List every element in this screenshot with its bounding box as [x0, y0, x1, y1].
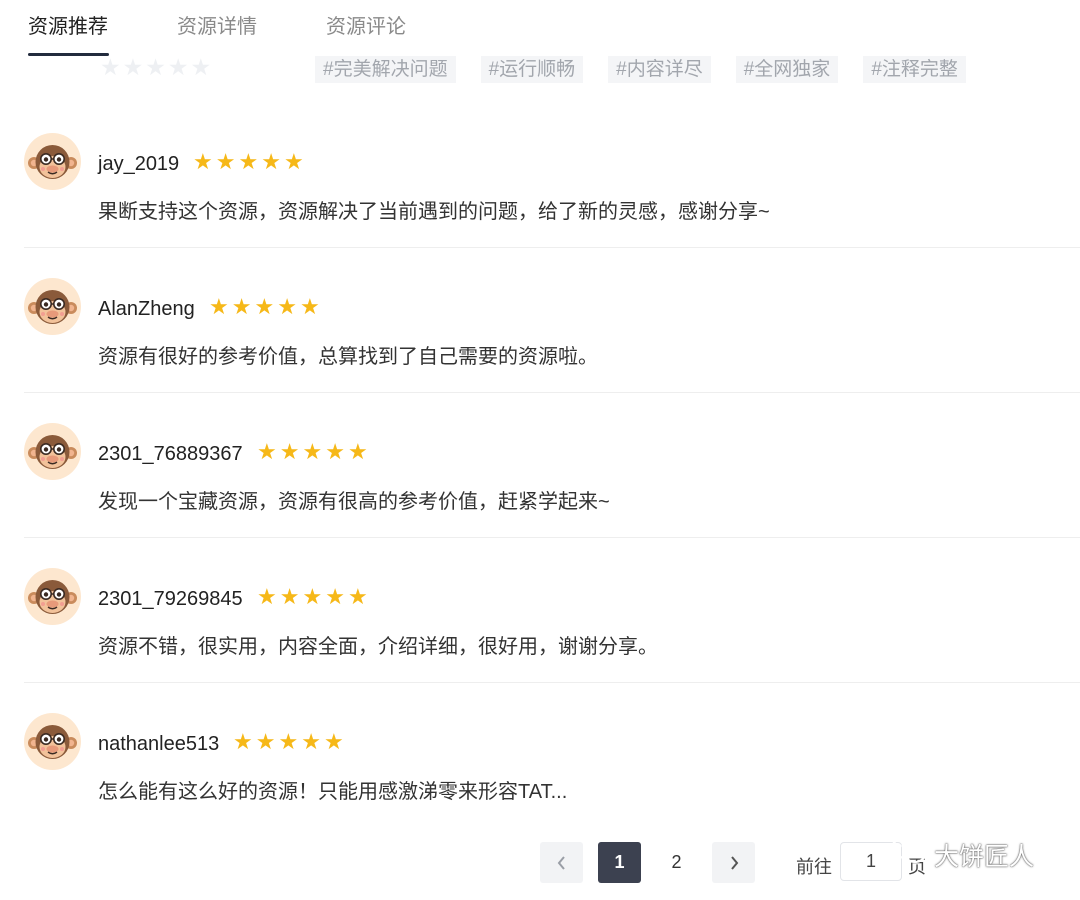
star-icon: ★ [257, 439, 277, 464]
comment-item: 2301_76889367 ★ ★ ★ ★ ★ 发现一个宝藏资源，资源有很高的参考价值，… [24, 423, 1080, 568]
tag-perfect-fix[interactable]: #完美解决问题 [315, 56, 456, 83]
star-icon: ★ [302, 584, 323, 609]
avatar[interactable] [24, 423, 81, 480]
tag-runs-smoothly[interactable]: #运行顺畅 [480, 56, 584, 83]
divider [24, 537, 1080, 538]
avatar[interactable] [24, 133, 81, 190]
tag-list: #完美解决问题 #运行顺畅 #内容详尽 #全网独家 #注释完整 [315, 56, 991, 83]
star-icon: ★ [261, 149, 281, 174]
rating-stars: ★ ★ ★ ★ ★ [193, 151, 304, 173]
next-page-button[interactable] [712, 842, 755, 883]
chevron-right-icon [728, 852, 740, 872]
avatar[interactable] [24, 278, 81, 335]
star-icon: ★ [215, 149, 236, 174]
star-icon: ★ [283, 149, 304, 174]
goto-label: 前往 [796, 857, 832, 877]
tab-bar: 资源推荐 资源详情 资源评论 [0, 0, 1080, 56]
star-icon: ★ [209, 294, 229, 319]
rating-stars: ★ ★ ★ ★ ★ [233, 731, 344, 753]
star-icon[interactable]: ★ [100, 56, 121, 79]
username[interactable]: AlanZheng [98, 298, 195, 321]
star-icon: ★ [301, 729, 321, 754]
star-icon: ★ [238, 149, 259, 174]
rating-stars: ★ ★ ★ ★ ★ [257, 441, 368, 463]
star-icon: ★ [254, 294, 275, 319]
avatar[interactable] [24, 713, 81, 770]
username[interactable]: nathanlee513 [98, 733, 219, 756]
star-icon: ★ [255, 729, 276, 754]
comment-item: 2301_79269845 ★ ★ ★ ★ ★ 资源不错，很实用，内容全面，介绍详细，很… [24, 568, 1080, 713]
rating-filter[interactable]: ★ ★ ★ ★ ★ [100, 56, 211, 79]
rating-stars: ★ ★ ★ ★ ★ [257, 586, 368, 608]
comment-text: 怎么能有这么好的资源！只能用感激涕零来形容TAT... [98, 781, 568, 803]
username[interactable]: 2301_76889367 [98, 443, 243, 466]
comment-item: AlanZheng ★ ★ ★ ★ ★ 资源有很好的参考价值，总算找到了自己需要的资源啦… [24, 278, 1080, 423]
star-icon: ★ [347, 439, 368, 464]
chevron-left-icon [556, 852, 568, 872]
star-icon[interactable]: ★ [123, 56, 144, 79]
divider [24, 682, 1080, 683]
tab-recommend[interactable]: 资源推荐 [28, 10, 108, 39]
star-icon[interactable]: ★ [191, 56, 212, 79]
star-icon: ★ [323, 729, 344, 754]
star-icon: ★ [277, 294, 297, 319]
page-2-button[interactable]: 2 [655, 842, 698, 883]
star-icon[interactable]: ★ [168, 56, 189, 79]
star-icon: ★ [302, 439, 323, 464]
star-icon: ★ [299, 294, 320, 319]
watermark: 大饼匠人 [890, 836, 1034, 873]
tab-comments[interactable]: 资源评论 [326, 10, 406, 39]
rating-stars: ★ ★ ★ ★ ★ [209, 296, 320, 318]
active-tab-indicator [28, 53, 109, 56]
star-icon: ★ [193, 149, 213, 174]
star-icon: ★ [325, 584, 345, 609]
wechat-icon [890, 836, 934, 873]
star-icon: ★ [279, 439, 300, 464]
tag-well-commented[interactable]: #注释完整 [863, 56, 966, 83]
username[interactable]: 2301_79269845 [98, 588, 243, 611]
tab-details[interactable]: 资源详情 [177, 10, 257, 39]
star-icon: ★ [233, 729, 253, 754]
watermark-text: 大饼匠人 [934, 842, 1035, 871]
comment-list: jay_2019 ★ ★ ★ ★ ★ 果断支持这个资源，资源解决了当前遇到的问题，给了新… [24, 133, 1080, 858]
avatar[interactable] [24, 568, 81, 625]
divider [24, 392, 1080, 393]
star-icon: ★ [279, 584, 300, 609]
username[interactable]: jay_2019 [98, 153, 179, 176]
star-icon: ★ [278, 729, 299, 754]
star-icon: ★ [257, 584, 277, 609]
comment-text: 发现一个宝藏资源，资源有很高的参考价值，赶紧学起来~ [98, 491, 610, 513]
tag-exclusive[interactable]: #全网独家 [735, 56, 839, 83]
comment-text: 果断支持这个资源，资源解决了当前遇到的问题，给了新的灵感，感谢分享~ [98, 201, 770, 223]
star-icon: ★ [347, 584, 368, 609]
divider [24, 247, 1080, 248]
tag-detailed[interactable]: #内容详尽 [608, 56, 711, 83]
star-icon[interactable]: ★ [145, 56, 166, 79]
page-1-button[interactable]: 1 [598, 842, 641, 883]
comment-item: jay_2019 ★ ★ ★ ★ ★ 果断支持这个资源，资源解决了当前遇到的问题，给了新… [24, 133, 1080, 278]
comment-text: 资源有很好的参考价值，总算找到了自己需要的资源啦。 [98, 346, 598, 368]
comment-text: 资源不错，很实用，内容全面，介绍详细，很好用，谢谢分享。 [98, 636, 658, 658]
star-icon: ★ [325, 439, 345, 464]
star-icon: ★ [231, 294, 252, 319]
prev-page-button[interactable] [540, 842, 583, 883]
